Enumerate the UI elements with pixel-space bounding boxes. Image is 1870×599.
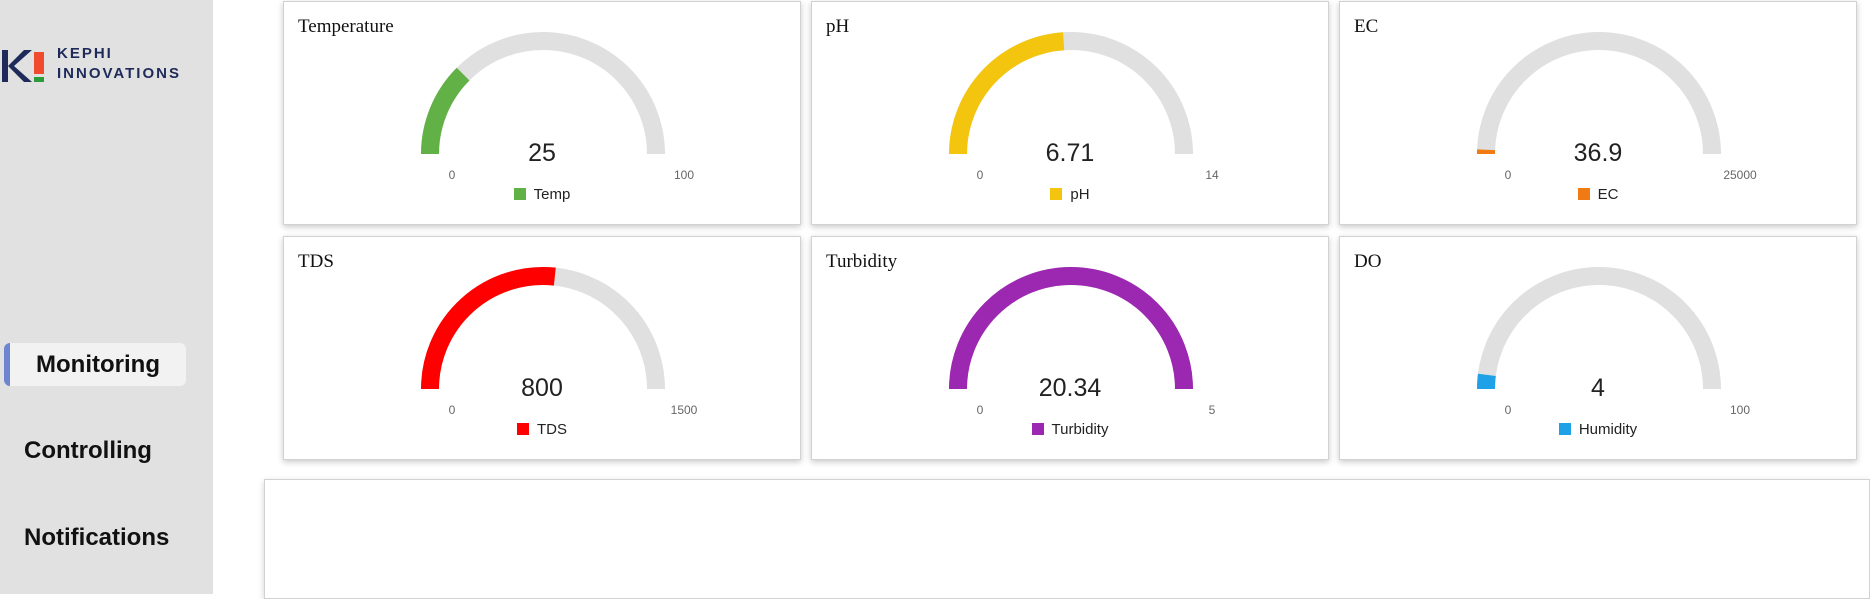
nav-item-monitoring[interactable]: Monitoring — [4, 343, 186, 386]
gauge-min-label: 0 — [970, 403, 990, 417]
legend-label: Humidity — [1579, 421, 1637, 438]
sidebar: KEPHI INNOVATIONS Monitoring Controlling… — [0, 0, 213, 594]
gauge-legend: Temp — [284, 186, 800, 203]
gauge-card-do: DO 4 0 100 Humidity — [1339, 236, 1857, 460]
legend-swatch — [1050, 188, 1062, 200]
gauge-track — [1486, 41, 1712, 154]
gauge-fill — [958, 41, 1064, 154]
gauge-legend: EC — [1340, 186, 1856, 203]
gauge-value: 800 — [284, 374, 800, 403]
gauge-min-label: 0 — [442, 403, 462, 417]
brand-name-line1: KEPHI — [57, 45, 113, 62]
gauge-card-turbidity: Turbidity 20.34 0 5 Turbidity — [811, 236, 1329, 460]
gauge-legend: Humidity — [1340, 421, 1856, 438]
legend-label: EC — [1598, 186, 1619, 203]
gauge-max-label: 25000 — [1710, 168, 1770, 182]
gauge-legend: Turbidity — [812, 421, 1328, 438]
brand-logo[interactable]: KEPHI INNOVATIONS — [0, 44, 205, 84]
gauge-track — [430, 41, 656, 154]
gauge-card-tds: TDS 800 0 1500 TDS — [283, 236, 801, 460]
gauge-value: 4 — [1340, 374, 1856, 403]
gauge-legend: TDS — [284, 421, 800, 438]
gauge-value: 36.9 — [1340, 139, 1856, 168]
gauge-min-label: 0 — [1498, 403, 1518, 417]
gauge-track — [430, 276, 656, 389]
legend-label: pH — [1070, 186, 1089, 203]
gauge-value: 25 — [284, 139, 800, 168]
legend-swatch — [1032, 423, 1044, 435]
gauge-max-label: 100 — [1710, 403, 1770, 417]
gauge-track — [1486, 276, 1712, 389]
legend-label: Temp — [534, 186, 571, 203]
legend-swatch — [517, 423, 529, 435]
content-panel — [264, 479, 1870, 599]
gauge-fill — [430, 276, 555, 389]
legend-label: TDS — [537, 421, 567, 438]
gauge-fill — [958, 276, 1184, 389]
gauge-min-label: 0 — [970, 168, 990, 182]
gauge-max-label: 5 — [1182, 403, 1242, 417]
gauge-card-temperature: Temperature 25 0 100 Temp — [283, 1, 801, 225]
brand-name-line2: INNOVATIONS — [57, 65, 181, 82]
legend-label: Turbidity — [1052, 421, 1109, 438]
kephi-logo-icon — [0, 48, 50, 84]
gauge-card-ph: pH 6.71 0 14 pH — [811, 1, 1329, 225]
gauge-track — [958, 276, 1184, 389]
gauge-value: 6.71 — [812, 139, 1328, 168]
nav-item-notifications[interactable]: Notifications — [4, 516, 204, 559]
gauge-card-ec: EC 36.9 0 25000 EC — [1339, 1, 1857, 225]
gauge-max-label: 14 — [1182, 168, 1242, 182]
gauge-min-label: 0 — [1498, 168, 1518, 182]
gauge-max-label: 1500 — [654, 403, 714, 417]
gauge-legend: pH — [812, 186, 1328, 203]
gauge-track — [958, 41, 1184, 154]
gauge-max-label: 100 — [654, 168, 714, 182]
legend-swatch — [1559, 423, 1571, 435]
legend-swatch — [1578, 188, 1590, 200]
gauge-value: 20.34 — [812, 374, 1328, 403]
legend-swatch — [514, 188, 526, 200]
gauge-min-label: 0 — [442, 168, 462, 182]
nav-item-controlling[interactable]: Controlling — [4, 429, 186, 472]
